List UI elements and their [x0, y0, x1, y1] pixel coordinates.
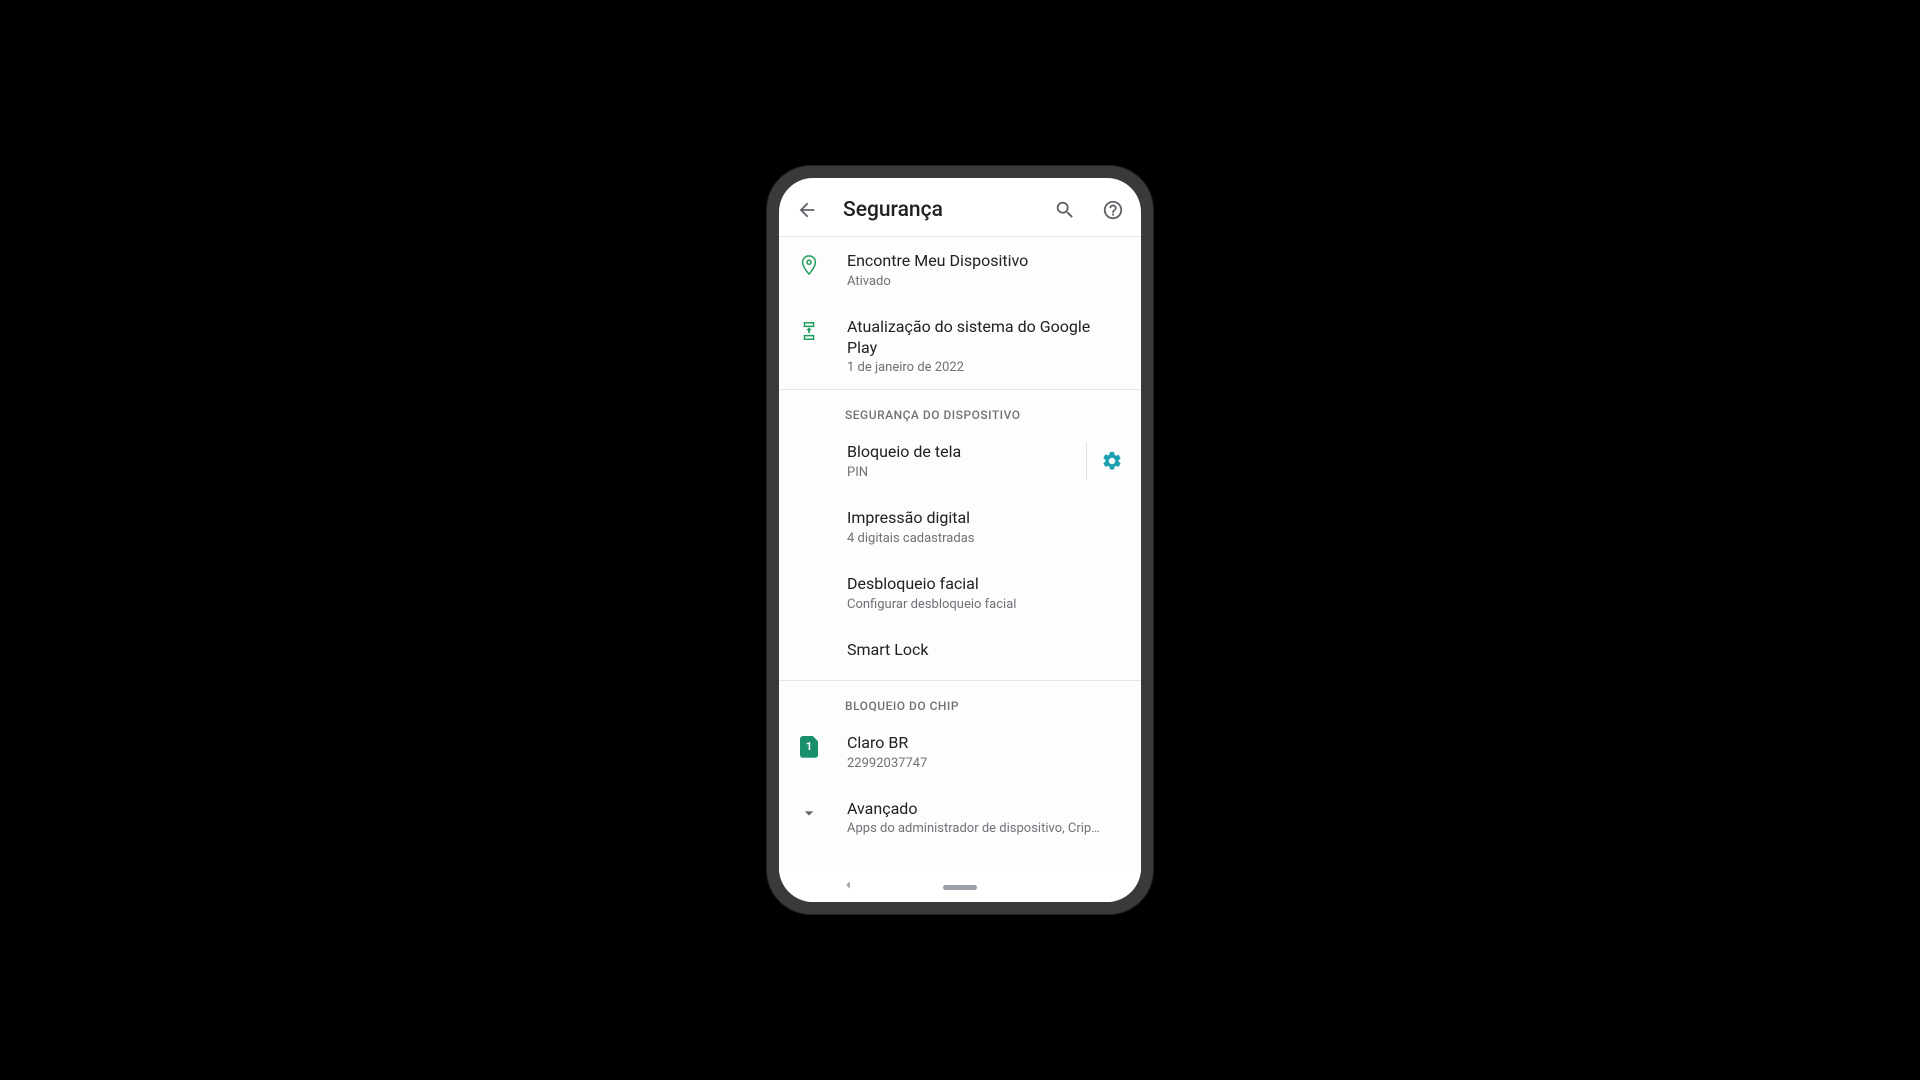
location-pin-icon	[797, 253, 821, 277]
row-text: Encontre Meu Dispositivo Ativado	[847, 251, 1123, 289]
row-title: Atualização do sistema do Google Play	[847, 317, 1123, 359]
row-title: Impressão digital	[847, 508, 1123, 529]
row-text: Smart Lock	[847, 640, 1123, 661]
row-find-my-device[interactable]: Encontre Meu Dispositivo Ativado	[779, 237, 1141, 303]
search-button[interactable]	[1053, 198, 1077, 222]
row-advanced[interactable]: Avançado Apps do administrador de dispos…	[779, 785, 1141, 851]
nav-back-button[interactable]	[841, 878, 855, 896]
row-text: Atualização do sistema do Google Play 1 …	[847, 317, 1123, 376]
chevron-down-icon	[797, 801, 821, 825]
chevron-left-icon	[841, 878, 855, 892]
icon-spacer	[797, 510, 821, 534]
row-subtitle: 1 de janeiro de 2022	[847, 360, 1123, 375]
sim-card-icon: 1	[797, 735, 821, 759]
row-subtitle: Apps do administrador de dispositivo, Cr…	[847, 821, 1123, 836]
row-text: Impressão digital 4 digitais cadastradas	[847, 508, 1123, 546]
system-nav-bar	[779, 872, 1141, 902]
page-title: Segurança	[843, 198, 1029, 222]
nav-home-pill[interactable]	[943, 885, 977, 890]
row-subtitle: 4 digitais cadastradas	[847, 531, 1123, 546]
row-text: Claro BR 22992037747	[847, 733, 1123, 771]
row-face-unlock[interactable]: Desbloqueio facial Configurar desbloquei…	[779, 560, 1141, 626]
sim-slot-badge: 1	[800, 736, 818, 758]
row-sim-carrier[interactable]: 1 Claro BR 22992037747	[779, 719, 1141, 785]
row-title: Avançado	[847, 799, 1123, 820]
arrow-back-icon	[796, 199, 818, 221]
row-subtitle: Ativado	[847, 274, 1123, 289]
row-title: Encontre Meu Dispositivo	[847, 251, 1123, 272]
row-text: Avançado Apps do administrador de dispos…	[847, 799, 1123, 837]
row-title: Claro BR	[847, 733, 1123, 754]
row-play-system-update[interactable]: Atualização do sistema do Google Play 1 …	[779, 303, 1141, 390]
back-button[interactable]	[795, 198, 819, 222]
row-smart-lock[interactable]: Smart Lock	[779, 626, 1141, 680]
screen-lock-settings-button[interactable]	[1086, 442, 1123, 480]
device-screen: Segurança Encontre Meu Dispositivo Ativa…	[779, 178, 1141, 902]
help-button[interactable]	[1101, 198, 1125, 222]
row-text: Bloqueio de tela PIN	[847, 442, 1074, 480]
row-title: Smart Lock	[847, 640, 1123, 661]
device-frame: Segurança Encontre Meu Dispositivo Ativa…	[767, 166, 1153, 914]
help-icon	[1102, 199, 1124, 221]
section-header-device-security: SEGURANÇA DO DISPOSITIVO	[779, 390, 1141, 428]
row-title: Bloqueio de tela	[847, 442, 1074, 463]
row-title: Desbloqueio facial	[847, 574, 1123, 595]
row-subtitle: Configurar desbloqueio facial	[847, 597, 1123, 612]
settings-list[interactable]: Encontre Meu Dispositivo Ativado Atualiz…	[779, 237, 1141, 872]
row-fingerprint[interactable]: Impressão digital 4 digitais cadastradas	[779, 494, 1141, 560]
gear-icon	[1101, 450, 1123, 472]
app-bar: Segurança	[779, 178, 1141, 237]
row-subtitle: PIN	[847, 465, 1074, 480]
icon-spacer	[797, 642, 821, 666]
row-subtitle: 22992037747	[847, 756, 1123, 771]
row-text: Desbloqueio facial Configurar desbloquei…	[847, 574, 1123, 612]
system-update-icon	[797, 319, 821, 343]
search-icon	[1054, 199, 1076, 221]
icon-spacer	[797, 576, 821, 600]
section-header-sim-lock: BLOQUEIO DO CHIP	[779, 681, 1141, 719]
row-screen-lock[interactable]: Bloqueio de tela PIN	[779, 428, 1141, 494]
icon-spacer	[797, 444, 821, 468]
